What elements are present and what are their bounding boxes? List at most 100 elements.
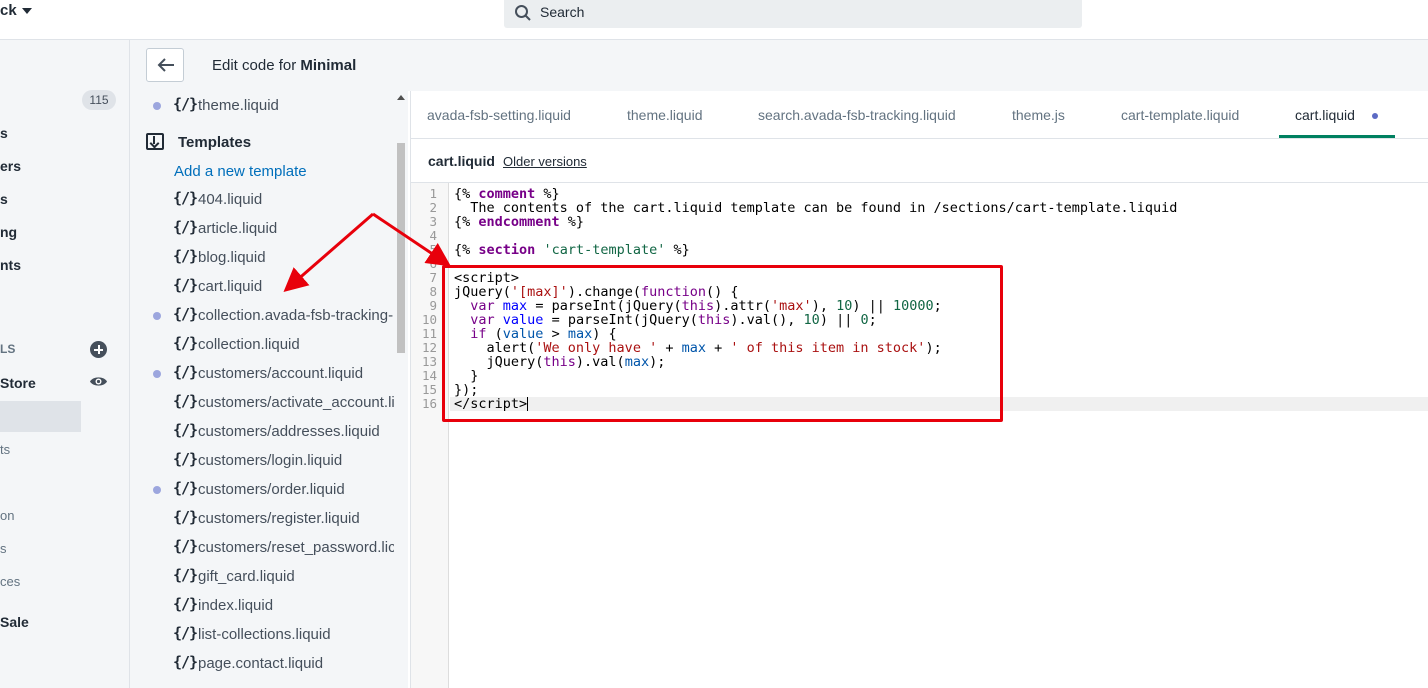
file-item[interactable]: {/} page.contact.liquid <box>130 649 400 678</box>
modified-dot <box>153 102 161 110</box>
sidebar-item-themes-active[interactable] <box>0 401 81 432</box>
file-label: collection.avada-fsb-tracking- <box>198 307 394 324</box>
code-line-3: {% endcomment %} <box>454 214 585 230</box>
file-item[interactable]: {/} list-collections.liquid <box>130 620 400 649</box>
liquid-file-icon: {/} <box>173 363 198 381</box>
file-item[interactable]: {/} customers/addresses.liquid <box>130 417 400 446</box>
file-item[interactable]: {/} customers/register.liquid <box>130 504 400 533</box>
file-item[interactable]: {/} customers/activate_account.li <box>130 388 400 417</box>
file-item[interactable]: {/} customers/account.liquid <box>130 359 400 388</box>
file-item[interactable]: {/} gift_card.liquid <box>130 562 400 591</box>
liquid-file-icon: {/} <box>173 653 198 671</box>
line-number: 1 <box>429 186 437 201</box>
plus-icon[interactable] <box>90 341 107 358</box>
file-item[interactable]: {/} customers/order.liquid <box>130 475 400 504</box>
file-label: list-collections.liquid <box>198 626 331 643</box>
liquid-file-icon: {/} <box>173 508 198 526</box>
line-number-gutter: 1 2 3 4 5 6 7 8 9 10 11 12 13 14 15 16 <box>411 183 449 688</box>
unsaved-dot <box>1372 113 1378 119</box>
sidebar-item-customers[interactable]: ers <box>0 158 21 174</box>
scroll-up-arrow-icon[interactable] <box>397 95 405 100</box>
file-bar: cart.liquid Older versions <box>411 139 1428 183</box>
line-number: 3 <box>429 214 437 229</box>
tab-theme-js[interactable]: theme.js <box>1012 107 1065 123</box>
store-name[interactable]: ck <box>0 2 17 19</box>
liquid-file-icon: {/} <box>173 247 198 265</box>
sidebar-item-point-of-sale[interactable]: Sale <box>0 614 29 630</box>
line-number: 5 <box>429 242 437 257</box>
sidebar-item-marketing[interactable]: ng <box>0 224 17 240</box>
editor-tabs: avada-fsb-setting.liquid theme.liquid se… <box>411 91 1428 139</box>
chevron-down-icon[interactable] <box>22 8 32 14</box>
liquid-file-icon: {/} <box>173 392 198 410</box>
file-item[interactable]: {/} index.liquid <box>130 591 400 620</box>
file-label: cart.liquid <box>198 278 263 295</box>
admin-sidebar: 115 s ers s ng nts LS Store ts on s ces … <box>0 40 130 688</box>
eye-icon[interactable] <box>89 375 108 388</box>
code-textarea[interactable]: {% comment %} The contents of the cart.l… <box>450 183 1428 688</box>
liquid-file-icon: {/} <box>173 595 198 613</box>
older-versions-link[interactable]: Older versions <box>503 154 587 169</box>
folder-download-icon <box>146 133 164 150</box>
file-label: collection.liquid <box>198 336 300 353</box>
file-item[interactable]: {/} 404.liquid <box>130 185 400 214</box>
sidebar-item-analytics[interactable]: s <box>0 191 8 207</box>
file-tree-scrollbar[interactable] <box>394 91 408 688</box>
file-label: article.liquid <box>198 220 278 237</box>
back-button[interactable] <box>146 48 184 82</box>
line-number: 15 <box>421 382 437 397</box>
line-number: 14 <box>421 368 437 383</box>
page-title: Edit code for Minimal <box>212 57 357 74</box>
code-line-1: {% comment %} <box>454 186 560 202</box>
file-label: customers/order.liquid <box>198 481 345 498</box>
sidebar-item-navigation[interactable]: on <box>0 508 14 523</box>
line-number: 11 <box>421 326 437 341</box>
liquid-file-icon: {/} <box>173 421 198 439</box>
file-label: customers/addresses.liquid <box>198 423 380 440</box>
tab-cart-liquid[interactable]: cart.liquid <box>1295 107 1355 123</box>
file-label: customers/register.liquid <box>198 510 360 527</box>
sidebar-item-domains[interactable]: s <box>0 541 7 556</box>
sidebar-item-blog-posts[interactable]: ts <box>0 442 10 457</box>
sales-channels-heading: LS <box>0 342 16 356</box>
file-item[interactable]: {/} blog.liquid <box>130 243 400 272</box>
file-label: customers/login.liquid <box>198 452 343 469</box>
file-label: customers/account.liquid <box>198 365 364 382</box>
search-icon <box>515 5 531 21</box>
tab-cart-template[interactable]: cart-template.liquid <box>1121 107 1239 123</box>
tab-avada-fsb-setting[interactable]: avada-fsb-setting.liquid <box>427 107 571 123</box>
file-label: 404.liquid <box>198 191 263 208</box>
search-input[interactable]: Search <box>504 0 1082 28</box>
tab-theme-liquid[interactable]: theme.liquid <box>627 107 703 123</box>
file-label: page.contact.liquid <box>198 655 324 672</box>
liquid-file-icon: {/} <box>173 218 198 236</box>
file-label: customers/activate_account.li <box>198 394 395 411</box>
file-item-theme-liquid[interactable]: {/} theme.liquid <box>130 91 400 120</box>
line-number: 12 <box>421 340 437 355</box>
sidebar-item-discounts[interactable]: nts <box>0 257 21 273</box>
liquid-file-icon: {/} <box>173 450 198 468</box>
scrollbar-thumb[interactable] <box>397 143 405 353</box>
file-item[interactable]: {/} collection.avada-fsb-tracking- <box>130 301 400 330</box>
line-number: 13 <box>421 354 437 369</box>
file-item[interactable]: {/} article.liquid <box>130 214 400 243</box>
sidebar-item-products[interactable]: s <box>0 125 8 141</box>
folder-templates[interactable]: Templates <box>130 127 400 157</box>
file-item[interactable]: {/} collection.liquid <box>130 330 400 359</box>
liquid-file-icon: {/} <box>173 334 198 352</box>
add-template-link[interactable]: Add a new template <box>174 163 307 180</box>
sidebar-item-online-store[interactable]: Store <box>0 375 36 391</box>
sidebar-item-preferences[interactable]: ces <box>0 574 20 589</box>
file-item[interactable]: {/} customers/reset_password.lic <box>130 533 400 562</box>
liquid-file-icon: {/} <box>173 95 198 113</box>
file-item[interactable]: {/} customers/login.liquid <box>130 446 400 475</box>
line-number: 8 <box>429 284 437 299</box>
liquid-file-icon: {/} <box>173 189 198 207</box>
code-line-5: {% section 'cart-template' %} <box>454 242 690 258</box>
liquid-file-icon: {/} <box>173 305 198 323</box>
file-item[interactable]: {/} cart.liquid <box>130 272 400 301</box>
current-file-name: cart.liquid <box>428 153 495 169</box>
tab-search-avada-fsb-tracking[interactable]: search.avada-fsb-tracking.liquid <box>758 107 956 123</box>
annotation-highlight-box <box>442 265 1003 422</box>
line-number: 10 <box>421 312 437 327</box>
